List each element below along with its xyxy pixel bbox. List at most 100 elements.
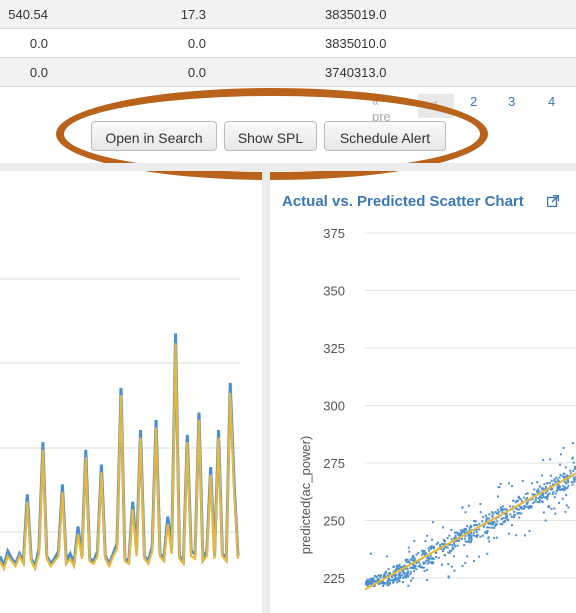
scatter-point — [567, 506, 570, 509]
scatter-point — [425, 579, 428, 582]
scatter-point — [406, 574, 409, 577]
table-cell: 540.54 — [8, 7, 48, 22]
scatter-point — [499, 482, 502, 485]
scatter-point — [538, 485, 541, 488]
scatter-point — [553, 507, 556, 510]
scatter-point — [522, 507, 525, 510]
scatter-point — [563, 472, 566, 475]
scatter-point — [518, 516, 521, 519]
scatter-point — [453, 544, 456, 547]
scatter-point — [572, 442, 575, 445]
scatter-point — [428, 557, 431, 560]
scatter-point — [426, 534, 429, 537]
scatter-point — [536, 501, 539, 504]
scatter-point — [464, 511, 467, 514]
scatter-point — [442, 547, 445, 550]
scatter-point — [572, 470, 575, 473]
scatter-point — [510, 485, 513, 488]
y-tick-label: 375 — [323, 226, 345, 241]
scatter-point — [419, 563, 422, 566]
scatter-point — [467, 539, 470, 542]
scatter-point — [468, 537, 471, 540]
scatter-point — [398, 563, 401, 566]
scatter-point — [466, 555, 469, 558]
scatter-point — [393, 565, 396, 568]
scatter-point — [519, 498, 522, 501]
scatter-point — [517, 508, 520, 511]
scatter-point — [523, 496, 526, 499]
table-cell: 0.0 — [187, 36, 206, 51]
pagination-page-4[interactable]: 4 — [548, 94, 555, 109]
scatter-point — [509, 513, 512, 516]
scatter-point — [452, 547, 455, 550]
pagination-page-2[interactable]: 2 — [470, 94, 477, 109]
scatter-point — [540, 474, 543, 477]
scatter-point — [437, 556, 440, 559]
scatter-point — [486, 552, 489, 555]
scatter-point — [415, 568, 418, 571]
scatter-point — [475, 531, 478, 534]
pagination-page-3[interactable]: 3 — [508, 94, 515, 109]
scatter-point — [387, 577, 390, 580]
scatter-point — [554, 492, 557, 495]
scatter-point — [564, 466, 567, 469]
scatter-point — [435, 555, 438, 558]
scatter-point — [494, 525, 497, 528]
scatter-point — [407, 546, 410, 549]
scatter-point — [485, 517, 488, 520]
scatter-point — [541, 488, 544, 491]
scatter-point — [450, 528, 453, 531]
scatter-chart-title[interactable]: Actual vs. Predicted Scatter Chart — [282, 193, 524, 210]
scatter-point — [571, 483, 574, 486]
scatter-point — [409, 566, 412, 569]
scatter-point — [460, 529, 463, 532]
scatter-point — [513, 510, 516, 513]
results-table: 540.54 17.3 3835019.0 0.0 0.0 3835010.0 … — [0, 0, 576, 87]
y-tick-label: 325 — [323, 341, 345, 356]
scatter-point — [402, 576, 405, 579]
scatter-point — [508, 505, 511, 508]
scatter-point — [422, 562, 425, 565]
scatter-point — [559, 463, 562, 466]
scatter-point — [405, 561, 408, 564]
scatter-point — [556, 478, 559, 481]
y-tick-label: 300 — [323, 399, 345, 414]
y-tick-label: 350 — [323, 284, 345, 299]
scatter-point — [371, 579, 374, 582]
scatter-point — [425, 568, 428, 571]
table-cell: 3740313.0 — [325, 65, 387, 80]
scatter-point — [520, 512, 523, 515]
scatter-point — [501, 523, 504, 526]
scatter-point — [427, 547, 430, 550]
scatter-point — [447, 563, 450, 566]
scatter-point — [504, 517, 507, 520]
scatter-point — [504, 520, 507, 523]
scatter-point — [565, 487, 568, 490]
table-cell: 0.0 — [29, 36, 48, 51]
scatter-point — [478, 522, 481, 525]
scatter-point — [530, 482, 533, 485]
scatter-point — [430, 557, 433, 560]
scatter-point — [456, 544, 459, 547]
scatter-point — [464, 540, 467, 543]
table-cell: 0.0 — [29, 65, 48, 80]
scatter-point — [447, 575, 450, 578]
scatter-point — [473, 531, 476, 534]
scatter-point — [409, 570, 412, 573]
scatter-point — [411, 556, 414, 559]
scatter-point — [424, 540, 427, 543]
table-row: 0.0 0.0 3740313.0 — [0, 58, 576, 87]
scatter-point — [488, 526, 491, 529]
scatter-point — [463, 544, 466, 547]
scatter-point — [399, 571, 402, 574]
external-link-icon[interactable] — [547, 195, 559, 207]
scatter-point — [470, 538, 473, 541]
scatter-point — [466, 525, 469, 528]
table-row: 540.54 17.3 3835019.0 — [0, 0, 576, 29]
scatter-point — [547, 505, 550, 508]
scatter-point — [387, 568, 390, 571]
scatter-point — [498, 486, 501, 489]
scatter-point — [549, 474, 552, 477]
scatter-point — [524, 505, 527, 508]
scatter-point — [573, 480, 576, 483]
